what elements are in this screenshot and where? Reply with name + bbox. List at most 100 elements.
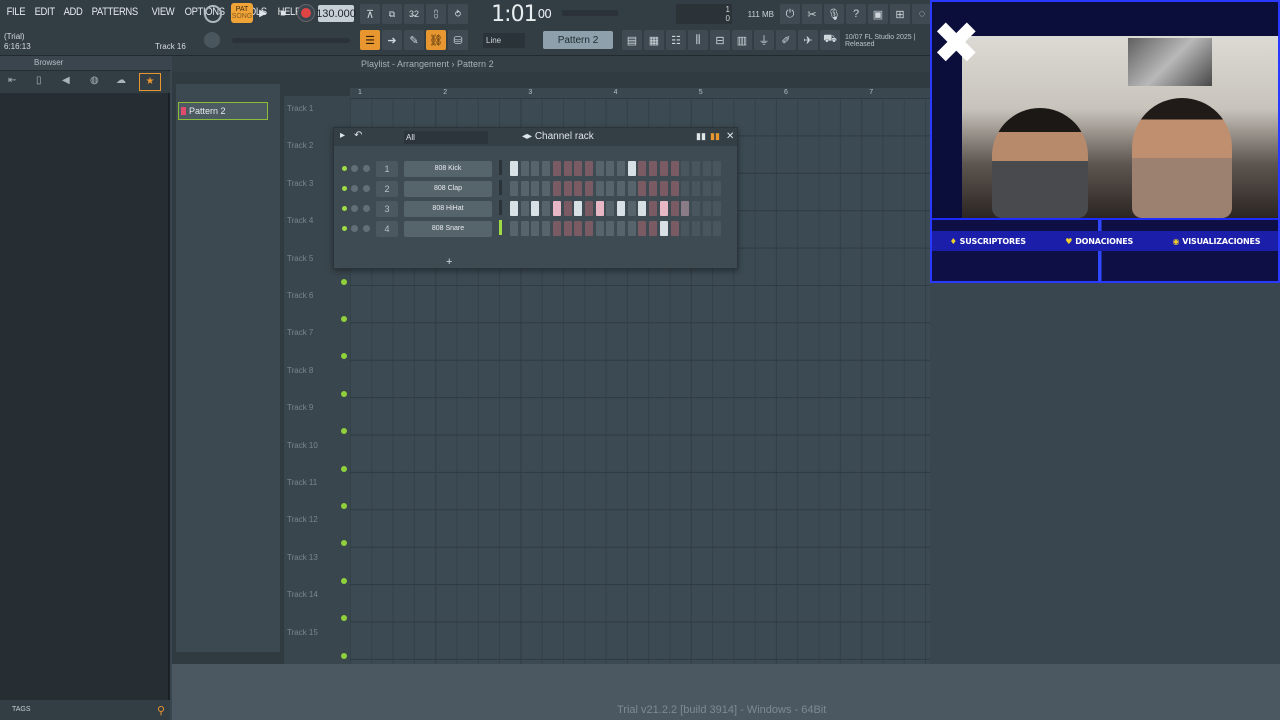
step-button[interactable] bbox=[681, 201, 690, 216]
stop-button[interactable]: ■ bbox=[276, 5, 290, 21]
track-mute-led[interactable] bbox=[341, 353, 347, 360]
track-mute-led[interactable] bbox=[341, 390, 347, 397]
step-button[interactable] bbox=[713, 181, 722, 196]
browser-view-icon[interactable]: ⊟ bbox=[710, 30, 730, 50]
step-button[interactable] bbox=[681, 181, 690, 196]
wait-input-icon[interactable]: ⧉ bbox=[382, 4, 402, 24]
channel-name-button[interactable]: 808 Snare bbox=[404, 221, 492, 237]
step-button[interactable] bbox=[584, 221, 593, 236]
step-button[interactable] bbox=[617, 161, 625, 176]
step-button[interactable] bbox=[520, 181, 529, 196]
plugin-icon[interactable]: ▥ bbox=[732, 30, 752, 50]
pattern-selector[interactable]: Pattern 2 bbox=[543, 31, 613, 49]
channel-name-button[interactable]: 808 Clap bbox=[404, 181, 492, 197]
pan-knob[interactable] bbox=[351, 185, 358, 192]
step-button[interactable] bbox=[627, 161, 636, 176]
channel-select[interactable] bbox=[499, 220, 502, 235]
master-volume-knob[interactable] bbox=[204, 5, 222, 23]
link-icon[interactable]: ⛓ bbox=[426, 30, 446, 50]
track-mute-led[interactable] bbox=[341, 540, 347, 547]
stamp-icon[interactable]: ⛁ bbox=[448, 30, 468, 50]
menu-add[interactable]: ADD bbox=[61, 6, 85, 18]
step-button[interactable] bbox=[574, 201, 583, 216]
step-button[interactable] bbox=[531, 201, 540, 216]
step-button[interactable] bbox=[681, 221, 690, 236]
step-button[interactable] bbox=[670, 161, 679, 176]
step-button[interactable] bbox=[584, 161, 593, 176]
star-icon[interactable]: ★ bbox=[139, 73, 161, 91]
track-mute-led[interactable] bbox=[341, 652, 347, 659]
cloud-icon[interactable]: ☁ bbox=[116, 75, 126, 86]
step-button[interactable] bbox=[649, 201, 658, 216]
mixer-view-icon[interactable]: ⫼ bbox=[688, 30, 708, 50]
step-button[interactable] bbox=[531, 181, 540, 196]
track-mute-led[interactable] bbox=[341, 615, 347, 622]
mixer-track-number[interactable]: 1 bbox=[376, 161, 398, 177]
menu-view[interactable]: VIEW bbox=[149, 6, 177, 18]
chat-icon[interactable]: ◌ bbox=[912, 4, 932, 24]
step-button[interactable] bbox=[606, 201, 615, 216]
step-button[interactable] bbox=[659, 201, 668, 216]
track-label[interactable]: Track 7 bbox=[286, 324, 346, 361]
track-mute-led[interactable] bbox=[341, 465, 347, 472]
tempo-display[interactable]: 130.000 bbox=[316, 5, 356, 22]
step-button[interactable] bbox=[542, 221, 551, 236]
news-panel[interactable]: 10/07 FL Studio 2025 | Released bbox=[845, 30, 927, 52]
track-mute-led[interactable] bbox=[341, 278, 347, 285]
track-label[interactable]: Track 8 bbox=[286, 362, 346, 399]
step-button[interactable] bbox=[510, 201, 518, 216]
step-button[interactable] bbox=[542, 161, 551, 176]
collapse-icon[interactable]: ⇤ bbox=[8, 75, 16, 86]
pan-knob[interactable] bbox=[351, 205, 358, 212]
search-icon[interactable]: ⚲ bbox=[157, 701, 165, 720]
step-button[interactable] bbox=[691, 201, 700, 216]
step-button[interactable] bbox=[520, 201, 529, 216]
arrow-tool-icon[interactable]: ➜ bbox=[382, 30, 402, 50]
step-button[interactable] bbox=[563, 221, 572, 236]
step-button[interactable] bbox=[659, 161, 668, 176]
step-button[interactable] bbox=[691, 181, 700, 196]
step-button[interactable] bbox=[670, 221, 679, 236]
step-button[interactable] bbox=[649, 161, 658, 176]
volume-knob[interactable] bbox=[363, 185, 370, 192]
channel-name-button[interactable]: 808 HiHat bbox=[404, 201, 492, 217]
step-button[interactable] bbox=[659, 221, 668, 236]
track-label[interactable]: Track 9 bbox=[286, 399, 346, 436]
step-button[interactable] bbox=[552, 181, 561, 196]
channel-name-button[interactable]: 808 Kick bbox=[404, 161, 492, 177]
step-button[interactable] bbox=[702, 221, 711, 236]
step-button[interactable] bbox=[552, 201, 561, 216]
track-label[interactable]: Track 12 bbox=[286, 511, 346, 548]
plug-icon[interactable]: ⏚ bbox=[754, 30, 774, 50]
channel-mute-led[interactable] bbox=[342, 206, 347, 211]
track-label[interactable]: Track 10 bbox=[286, 437, 346, 474]
mixer-track-number[interactable]: 3 bbox=[376, 201, 398, 217]
step-button[interactable] bbox=[681, 161, 690, 176]
steps-icon[interactable]: ▮▮ bbox=[710, 131, 720, 142]
step-button[interactable] bbox=[617, 201, 625, 216]
speaker-icon[interactable]: ◀ bbox=[62, 75, 70, 86]
step-button[interactable] bbox=[606, 221, 615, 236]
step-button[interactable] bbox=[649, 221, 658, 236]
snap-selector[interactable]: Line bbox=[483, 33, 525, 48]
track-mute-led[interactable] bbox=[341, 316, 347, 322]
step-button[interactable] bbox=[584, 181, 593, 196]
brush-icon[interactable]: ✐ bbox=[776, 30, 796, 50]
piano-roll-icon[interactable]: ▦ bbox=[644, 30, 664, 50]
channel-mute-led[interactable] bbox=[342, 166, 347, 171]
volume-knob[interactable] bbox=[363, 165, 370, 172]
step-button[interactable] bbox=[584, 201, 593, 216]
undo-icon[interactable]: ↶ bbox=[354, 130, 362, 141]
microphone-icon[interactable]: 🎙 bbox=[824, 4, 844, 24]
countdown-icon[interactable]: 3̶2 bbox=[404, 4, 424, 24]
step-button[interactable] bbox=[638, 221, 647, 236]
step-button[interactable] bbox=[574, 161, 583, 176]
record-button[interactable] bbox=[298, 5, 314, 21]
step-button[interactable] bbox=[574, 181, 583, 196]
loop-record-icon[interactable]: ⥁ bbox=[448, 4, 468, 24]
channel-select[interactable] bbox=[499, 200, 502, 215]
metronome-icon[interactable]: ⊼ bbox=[360, 4, 380, 24]
step-button[interactable] bbox=[638, 181, 647, 196]
pattern-list-item[interactable]: Pattern 2 bbox=[178, 102, 268, 120]
channel-select[interactable] bbox=[499, 180, 502, 195]
